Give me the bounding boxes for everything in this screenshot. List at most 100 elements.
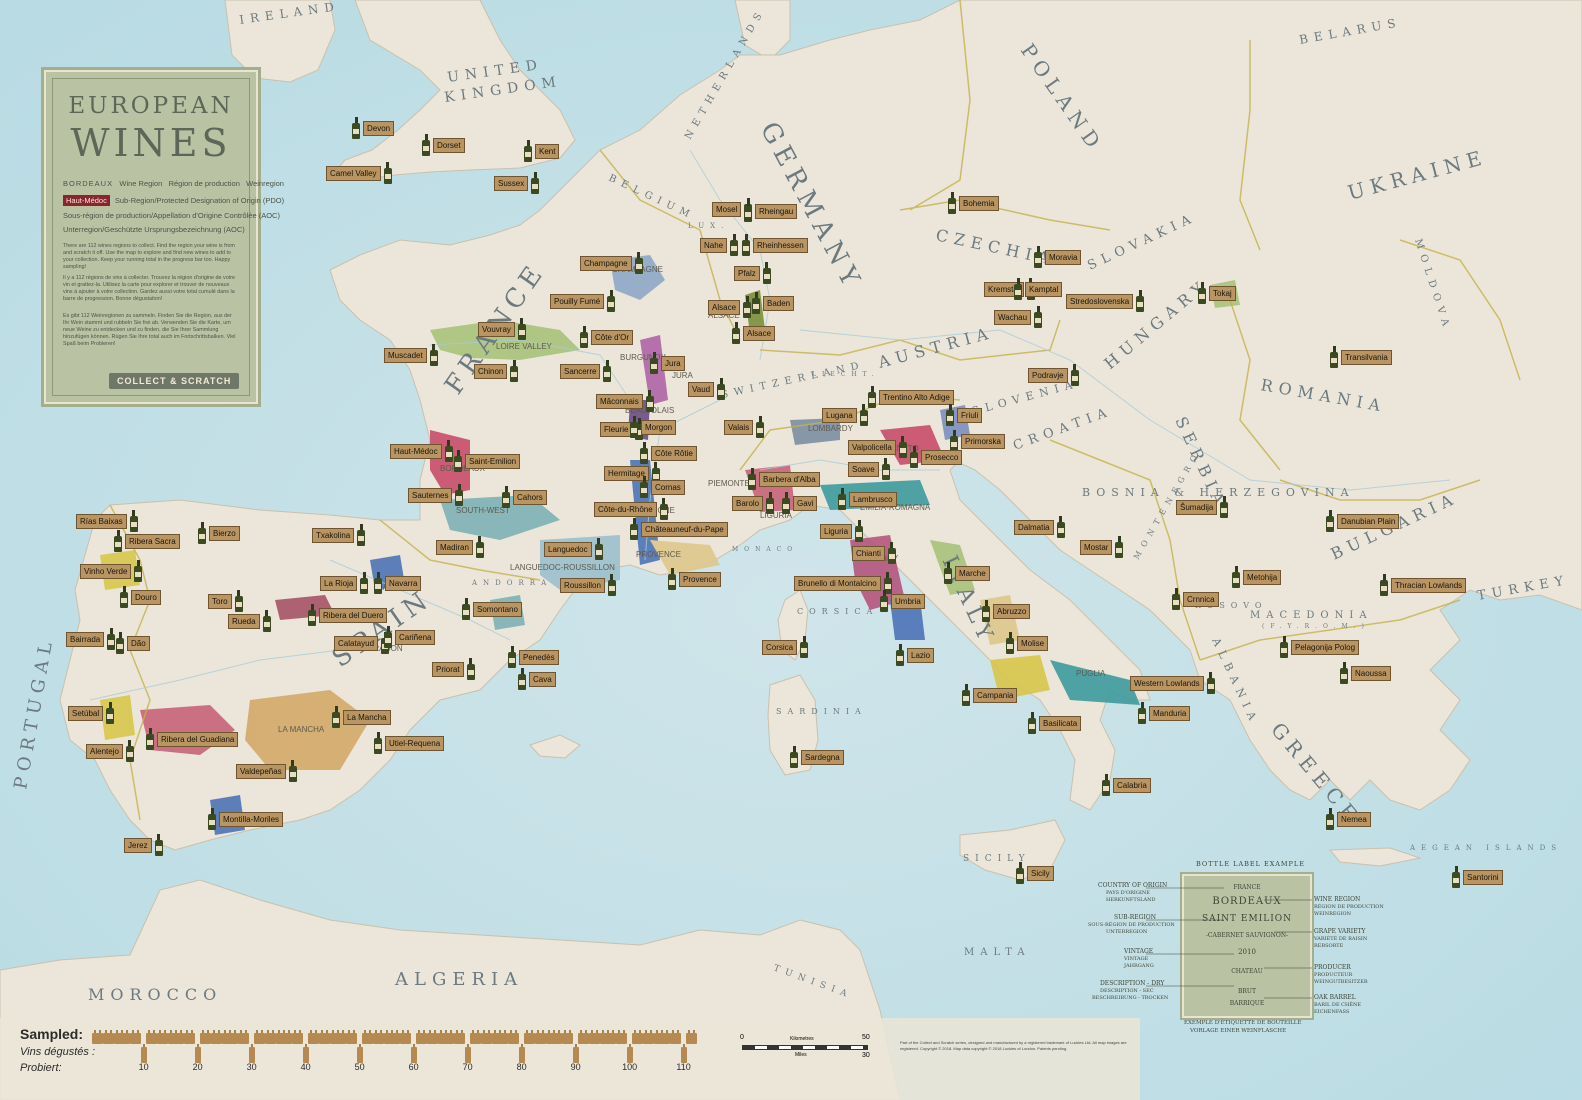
wine-region-sancerre[interactable]: Sancerre — [560, 360, 612, 382]
wine-region-valdepenas[interactable]: Valdepeñas — [236, 760, 297, 782]
wine-region-metohija[interactable]: Metohija — [1232, 566, 1282, 588]
wine-region-stredoslovenska[interactable]: Stredoslovenska — [1066, 290, 1145, 312]
wine-region-mostar[interactable]: Mostar — [1080, 536, 1124, 558]
wine-region-crnnica[interactable]: Crnnica — [1172, 588, 1219, 610]
wine-region-douro[interactable]: Douro — [120, 586, 161, 608]
wine-region-jerez[interactable]: Jerez — [124, 834, 163, 856]
wine-region-chianti[interactable]: Chianti — [852, 542, 896, 564]
progress-bottle[interactable] — [464, 1044, 471, 1064]
progress-bottle[interactable] — [243, 1030, 250, 1044]
wine-region-pelagonija-polog[interactable]: Pelagonija Polog — [1280, 636, 1360, 658]
wine-region-tokaj[interactable]: Tokaj — [1198, 282, 1236, 304]
wine-region-toro[interactable]: Toro — [208, 590, 243, 612]
wine-region-sussex[interactable]: Sussex — [494, 172, 540, 194]
wine-region-cote-rotie[interactable]: Côte Rôtie — [640, 442, 697, 464]
wine-region-valpolicella[interactable]: Valpolicella — [848, 436, 907, 458]
wine-region-corsica[interactable]: Corsica — [762, 636, 809, 658]
progress-bottle[interactable] — [691, 1030, 698, 1044]
progress-bottle[interactable] — [189, 1030, 196, 1044]
wine-region-cahors[interactable]: Cahors — [502, 486, 547, 508]
progress-bottle[interactable] — [194, 1044, 201, 1064]
wine-region-rheingau[interactable]: Rheingau — [744, 200, 798, 222]
wine-region-sicily[interactable]: Sicily — [1016, 862, 1054, 884]
wine-region-txakolina[interactable]: Txakolina — [312, 524, 366, 546]
wine-region-abruzzo[interactable]: Abruzzo — [982, 600, 1031, 622]
wine-region-saint-emilion[interactable]: Saint-Emilion — [454, 450, 521, 472]
wine-region-marche[interactable]: Marche — [944, 562, 990, 584]
wine-region-somontano[interactable]: Somontano — [462, 598, 522, 620]
wine-region-camel-valley[interactable]: Camel Valley — [326, 162, 392, 184]
wine-region-cava[interactable]: Cava — [518, 668, 556, 690]
wine-region-kent[interactable]: Kent — [524, 140, 560, 162]
progress-bottle[interactable] — [135, 1030, 142, 1044]
wine-region-danubian-plain[interactable]: Danubian Plain — [1326, 510, 1400, 532]
wine-region-dalmatia[interactable]: Dalmatia — [1014, 516, 1065, 538]
wine-region-lazio[interactable]: Lazio — [896, 644, 935, 666]
wine-region-valais[interactable]: Valais — [724, 416, 765, 438]
wine-region-chateauneuf-du-pape[interactable]: Châteauneuf-du-Pape — [630, 518, 728, 540]
wine-region-devon[interactable]: Devon — [352, 117, 395, 139]
wine-region-calatayud[interactable]: Calatayud — [334, 632, 390, 654]
wine-region-la-rioja[interactable]: La Rioja — [320, 572, 369, 594]
progress-bottle[interactable] — [621, 1030, 628, 1044]
wine-region-pfalz[interactable]: Pfalz — [734, 262, 771, 284]
wine-region-la-mancha[interactable]: La Mancha — [332, 706, 391, 728]
wine-region-kamptal[interactable]: Kamptal — [1014, 278, 1063, 300]
wine-region-roussillon[interactable]: Roussillon — [560, 574, 616, 596]
wine-region-umbria[interactable]: Umbria — [880, 590, 925, 612]
progress-bottle[interactable] — [675, 1030, 682, 1044]
progress-bottle[interactable] — [356, 1044, 363, 1064]
wine-region-ribera-del-guadiana[interactable]: Ribera del Guadiana — [146, 728, 239, 750]
wine-region-maconnais[interactable]: Mâconnais — [596, 390, 654, 412]
wine-region-lugana[interactable]: Lugana — [822, 404, 868, 426]
wine-region-rheinhessen[interactable]: Rheinhessen — [742, 234, 808, 256]
wine-region-dorset[interactable]: Dorset — [422, 134, 465, 156]
progress-bottle[interactable] — [626, 1044, 633, 1064]
wine-region-haut-medoc[interactable]: Haut-Médoc — [390, 440, 453, 462]
progress-bottle[interactable] — [302, 1044, 309, 1064]
wine-region-dao[interactable]: Dão — [116, 632, 150, 654]
wine-region-priorat[interactable]: Priorat — [432, 658, 475, 680]
wine-region-alentejo[interactable]: Alentejo — [86, 740, 134, 762]
wine-region-molise[interactable]: Molise — [1006, 632, 1049, 654]
wine-region-naoussa[interactable]: Naoussa — [1340, 662, 1391, 684]
wine-region-calabria[interactable]: Calabria — [1102, 774, 1151, 796]
progress-bottle[interactable] — [567, 1030, 574, 1044]
wine-region-morgon[interactable]: Morgon — [630, 416, 677, 438]
wine-region-liguria[interactable]: Liguria — [820, 520, 864, 542]
progress-bottle[interactable] — [572, 1044, 579, 1064]
wine-region-rias-baixas[interactable]: Rías Baixas — [76, 510, 138, 532]
wine-region-brunello-di-montalcino[interactable]: Brunello di Montalcino — [794, 572, 892, 594]
progress-bottle[interactable] — [297, 1030, 304, 1044]
wine-region-baden[interactable]: Baden — [752, 292, 795, 314]
wine-region-chinon[interactable]: Chinon — [474, 360, 519, 382]
wine-region-soave[interactable]: Soave — [848, 458, 890, 480]
progress-bottle[interactable] — [248, 1044, 255, 1064]
wine-region-cote-d-or[interactable]: Côte d'Or — [580, 326, 633, 348]
wine-region-santorini[interactable]: Santorini — [1452, 866, 1503, 888]
wine-region-moravia[interactable]: Moravia — [1034, 246, 1082, 268]
wine-region-transilvania[interactable]: Transilvania — [1330, 346, 1392, 368]
progress-bottle[interactable] — [405, 1030, 412, 1044]
wine-region-navarra[interactable]: Navarra — [374, 572, 422, 594]
wine-region-madiran[interactable]: Madiran — [436, 536, 484, 558]
wine-region-bairrada[interactable]: Bairrada — [66, 628, 116, 650]
progress-bottle[interactable] — [518, 1044, 525, 1064]
wine-region-setubal[interactable]: Setúbal — [68, 702, 115, 724]
wine-region-sumadija[interactable]: Šumadija — [1176, 496, 1229, 518]
wine-region-western-lowlands[interactable]: Western Lowlands — [1130, 672, 1215, 694]
wine-region-ribera-sacra[interactable]: Ribera Sacra — [114, 530, 180, 552]
wine-region-basilicata[interactable]: Basilicata — [1028, 712, 1082, 734]
progress-bottle[interactable] — [410, 1044, 417, 1064]
wine-region-barbera-d-alba[interactable]: Barbera d'Alba — [748, 468, 820, 490]
wine-region-pouilly-fume[interactable]: Pouilly Fumé — [550, 290, 616, 312]
wine-region-muscadet[interactable]: Muscadet — [384, 344, 438, 366]
wine-region-carinena[interactable]: Cariñena — [384, 626, 436, 648]
wine-region-thracian-lowlands[interactable]: Thracian Lowlands — [1380, 574, 1467, 596]
wine-region-vinho-verde[interactable]: Vinho Verde — [80, 560, 143, 582]
progress-bottle[interactable] — [680, 1044, 687, 1064]
wine-region-wachau[interactable]: Wachau — [994, 306, 1043, 328]
wine-region-jura[interactable]: Jura — [650, 352, 685, 374]
wine-region-friuli[interactable]: Friuli — [946, 404, 983, 426]
wine-region-nemea[interactable]: Nemea — [1326, 808, 1371, 830]
